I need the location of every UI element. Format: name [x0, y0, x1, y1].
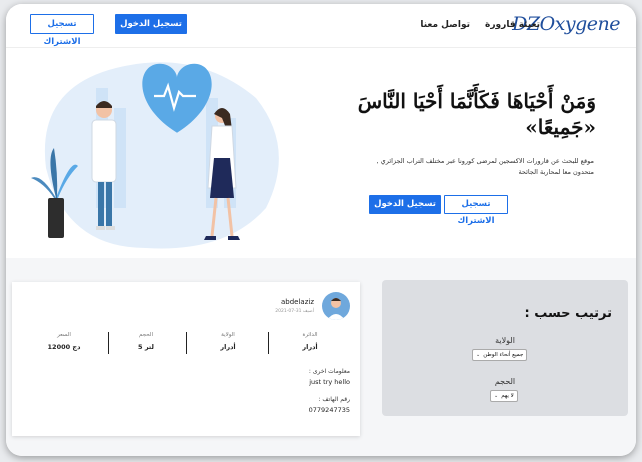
- col-divider: [186, 332, 187, 354]
- user-avatar-icon: [327, 298, 345, 320]
- chevron-down-icon: ⌄: [494, 393, 499, 399]
- hero-description: موقع للبحث عن قارورات الاكسجين لمرضى كور…: [376, 157, 594, 176]
- chevron-down-icon: ⌄: [476, 352, 481, 358]
- col-label: السعر: [57, 332, 71, 338]
- phone-value[interactable]: 0779247735: [309, 406, 350, 414]
- col-label: الولاية: [221, 332, 235, 338]
- hero-signup-button[interactable]: تسجيل الاشتراك: [444, 195, 508, 226]
- top-navbar: DZOxygene تعبئة قارورة تواصل معنا تسجيل …: [6, 4, 636, 48]
- post-username: abdelaziz: [280, 298, 314, 306]
- header-signup-button[interactable]: تسجيل الاشتراك: [30, 14, 94, 47]
- listings-area: abdelaziz أضيف 31-07-2021 الدائرة أدرار …: [6, 258, 636, 456]
- app-window: DZOxygene تعبئة قارورة تواصل معنا تسجيل …: [6, 4, 636, 456]
- col-price: السعر دج 12000: [24, 332, 104, 354]
- other-info-value: just try hello: [309, 378, 350, 386]
- phone-label: رقم الهاتف :: [318, 396, 350, 403]
- nav-contact[interactable]: تواصل معنا: [420, 20, 470, 30]
- other-info-label: معلومات اخرى :: [308, 368, 350, 375]
- hero-login-button[interactable]: تسجيل الدخول: [369, 195, 441, 214]
- col-daira: الدائرة أدرار: [270, 332, 350, 354]
- wilaya-select[interactable]: جميع أنحاء الوطن ⌄: [472, 349, 528, 361]
- sort-title: ترتيب حسب :: [524, 306, 612, 321]
- col-value: أدرار: [220, 343, 236, 351]
- post-date: أضيف 31-07-2021: [275, 309, 314, 314]
- col-wilaya: الولاية أدرار: [188, 332, 268, 354]
- avatar: [322, 292, 350, 320]
- hero-title: وَمَنْ أَحْيَاهَا فَكَأَنَّمَا أَحْيَا ا…: [357, 89, 596, 139]
- sort-panel: ترتيب حسب : الولاية جميع أنحاء الوطن ⌄ ا…: [382, 280, 628, 416]
- nav-fill-bottle[interactable]: تعبئة قارورة: [485, 20, 540, 30]
- col-size: الحجم لتر 5: [106, 332, 186, 354]
- col-value: أدرار: [302, 343, 318, 351]
- col-label: الدائرة: [302, 332, 318, 338]
- hero-section: وَمَنْ أَحْيَاهَا فَكَأَنَّمَا أَحْيَا ا…: [6, 48, 636, 258]
- size-select[interactable]: لا يهم ⌄: [490, 390, 518, 402]
- doctors-illustration: [31, 62, 279, 249]
- wilaya-select-value: جميع أنحاء الوطن: [483, 352, 524, 358]
- size-label: الحجم: [494, 377, 516, 386]
- col-label: الحجم: [139, 332, 153, 338]
- col-value: دج 12000: [47, 343, 81, 351]
- oxygen-listing-card[interactable]: abdelaziz أضيف 31-07-2021 الدائرة أدرار …: [12, 282, 360, 436]
- header-login-button[interactable]: تسجيل الدخول: [115, 14, 187, 34]
- wilaya-label: الولاية: [495, 336, 515, 345]
- col-divider: [268, 332, 269, 354]
- size-select-value: لا يهم: [501, 393, 514, 399]
- col-value: لتر 5: [138, 343, 154, 351]
- col-divider: [108, 332, 109, 354]
